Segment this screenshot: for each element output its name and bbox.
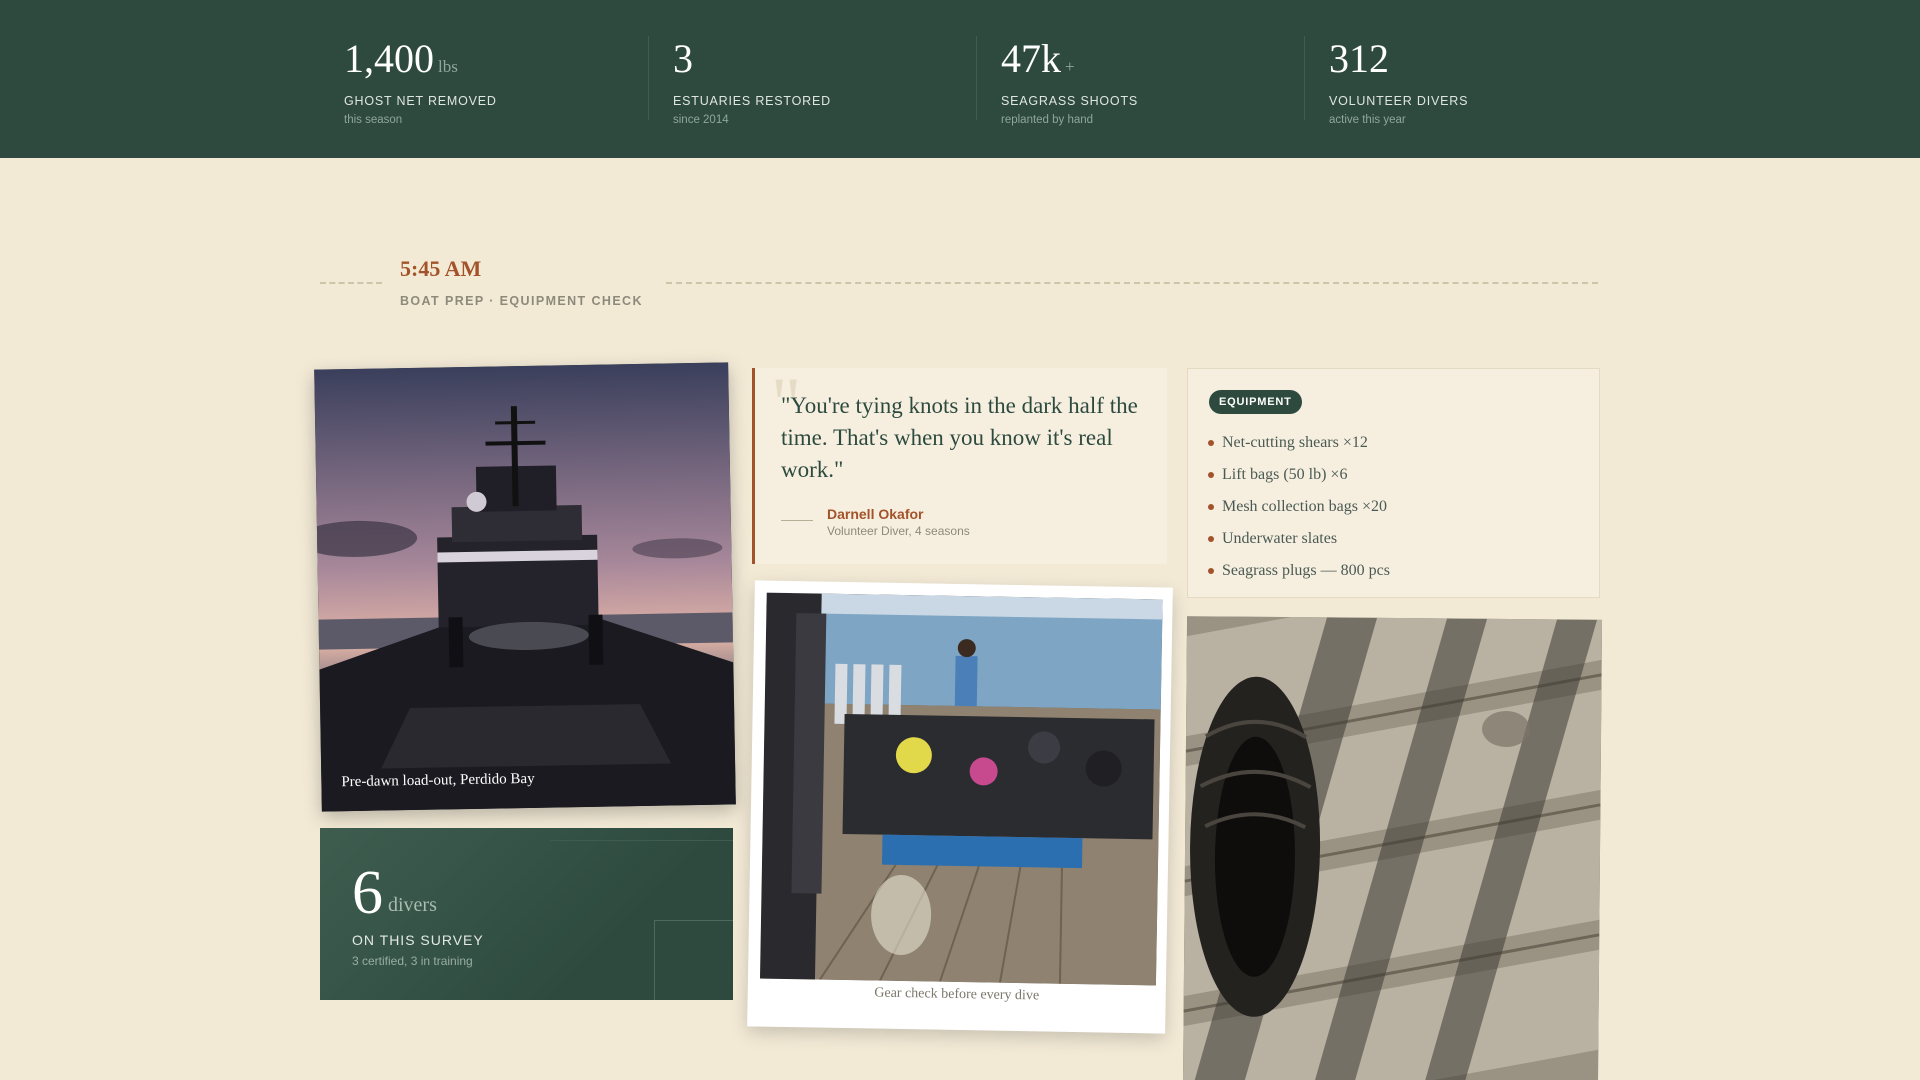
divers-count: 6 bbox=[352, 859, 383, 927]
stat-sub: active this year bbox=[1329, 114, 1406, 126]
stat-ghost-net: 1,400 lbs GHOST NET REMOVED this season bbox=[344, 36, 497, 126]
divers-label: ON THIS SURVEY bbox=[352, 932, 484, 948]
list-item: Seagrass plugs — 800 pcs bbox=[1208, 555, 1390, 587]
stat-unit: + bbox=[1065, 57, 1075, 76]
stat-value: 3 bbox=[673, 36, 693, 81]
stat-value: 1,400 lbs bbox=[344, 36, 458, 81]
stat-sub: replanted by hand bbox=[1001, 114, 1094, 126]
bullet-icon bbox=[1208, 440, 1214, 446]
bullet-icon bbox=[1208, 568, 1214, 574]
stat-label: SEAGRASS SHOOTS bbox=[1001, 94, 1139, 108]
decorative-line bbox=[550, 840, 733, 841]
list-item: Underwater slates bbox=[1208, 523, 1390, 555]
divers-sub: 3 certified, 3 in training bbox=[352, 954, 473, 968]
sandal-on-boardwalk-photo-icon bbox=[1182, 616, 1603, 1080]
equipment-list: Net-cutting shears ×12 Lift bags (50 lb)… bbox=[1208, 427, 1390, 587]
quote-card: " "You're tying knots in the dark half t… bbox=[752, 364, 1167, 564]
quote-text: "You're tying knots in the dark half the… bbox=[781, 393, 1138, 482]
polaroid-photo bbox=[759, 592, 1163, 986]
equipment-card: EQUIPMENT Net-cutting shears ×12 Lift ba… bbox=[1187, 368, 1600, 598]
divers-stat-card: 6 divers ON THIS SURVEY 3 certified, 3 i… bbox=[320, 828, 733, 1000]
list-item: Lift bags (50 lb) ×6 bbox=[1208, 459, 1390, 491]
stat-estuaries: 3 ESTUARIES RESTORED since 2014 bbox=[648, 36, 831, 126]
bullet-icon bbox=[1208, 472, 1214, 478]
timeline-divider bbox=[320, 282, 382, 284]
stat-sub: this season bbox=[344, 114, 403, 126]
dive-gear-photo-icon bbox=[759, 592, 1163, 986]
list-item: Net-cutting shears ×12 bbox=[1208, 427, 1390, 459]
photo-card-boat[interactable]: Pre-dawn load-out, Perdido Bay bbox=[314, 362, 736, 812]
stat-sub: since 2014 bbox=[673, 114, 729, 126]
polaroid-card-gear[interactable]: Gear check before every dive bbox=[747, 580, 1173, 1034]
stat-label: ESTUARIES RESTORED bbox=[673, 94, 831, 108]
decorative-square bbox=[654, 920, 733, 1000]
stat-label: VOLUNTEER DIVERS bbox=[1329, 94, 1469, 108]
polaroid-caption: Gear check before every dive bbox=[874, 985, 1040, 1004]
bullet-icon bbox=[1208, 504, 1214, 510]
bullet-icon bbox=[1208, 536, 1214, 542]
photo-card-sandal[interactable] bbox=[1182, 616, 1603, 1080]
stat-volunteers: 312 VOLUNTEER DIVERS active this year bbox=[1304, 36, 1469, 126]
list-item: Mesh collection bags ×20 bbox=[1208, 491, 1390, 523]
attribution-rule bbox=[781, 520, 813, 521]
stats-bar: 1,400 lbs GHOST NET REMOVED this season 3… bbox=[0, 0, 1920, 158]
quote-author: Darnell Okafor bbox=[827, 506, 924, 522]
divers-unit: divers bbox=[388, 894, 437, 916]
photo-caption: Pre-dawn load-out, Perdido Bay bbox=[341, 770, 535, 791]
quote-author-role: Volunteer Diver, 4 seasons bbox=[827, 524, 970, 538]
stat-label: GHOST NET REMOVED bbox=[344, 94, 497, 108]
boat-photo-icon bbox=[314, 362, 736, 812]
stat-value: 312 bbox=[1329, 36, 1389, 81]
entry-subtitle: BOAT PREP · EQUIPMENT CHECK bbox=[400, 294, 643, 308]
stat-seagrass: 47k + SEAGRASS SHOOTS replanted by hand bbox=[976, 36, 1139, 126]
stat-unit: lbs bbox=[438, 57, 458, 76]
stat-value: 47k + bbox=[1001, 36, 1075, 81]
timeline-divider bbox=[666, 282, 1598, 284]
entry-time: 5:45 AM bbox=[400, 256, 482, 281]
equipment-badge: EQUIPMENT bbox=[1209, 390, 1302, 414]
